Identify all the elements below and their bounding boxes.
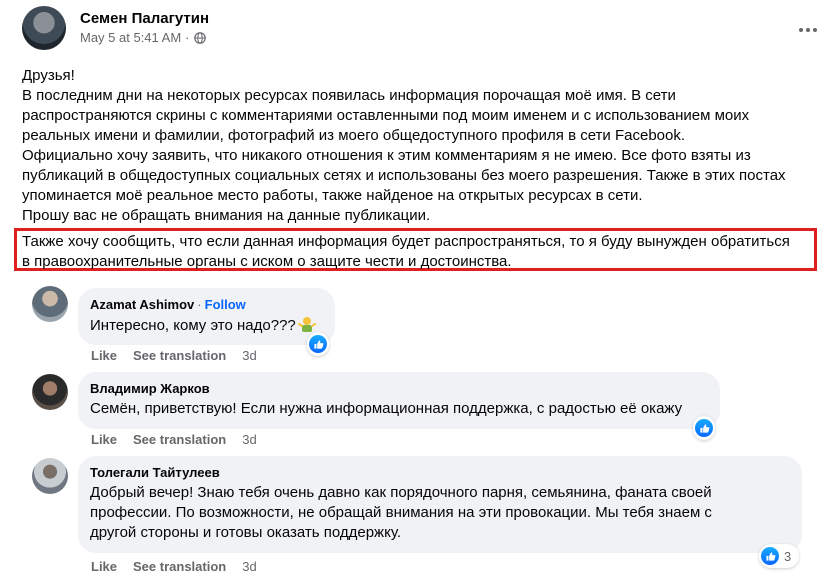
like-button[interactable]: Like [91,559,117,574]
like-button[interactable]: Like [91,348,117,363]
post-paragraph: публикаций в общедоступных социальных се… [22,167,786,184]
author-avatar[interactable] [22,6,66,50]
post-paragraph: В последним дни на некоторых ресурсах по… [22,87,676,104]
comment-time[interactable]: 3d [242,432,256,447]
commenter-avatar[interactable] [32,374,68,410]
reaction-summary[interactable] [693,416,715,440]
globe-icon [193,31,206,44]
comment-text: Интересно, кому это надо??? [90,315,323,336]
comment-actions: Like See translation 3d [91,559,257,574]
post-paragraph: распространяются скрины с комментариями … [22,107,750,124]
more-options-icon[interactable] [796,18,820,42]
commenter-name[interactable]: Azamat Ashimov [90,297,194,312]
comment-bubble: Azamat Ashimov · Follow Интересно, кому эт… [78,288,335,345]
comment-time[interactable]: 3d [242,348,256,363]
reaction-count: 3 [784,548,792,564]
post-timestamp[interactable]: May 5 at 5:41 AM [80,30,181,45]
person-shrugging-emoji-icon [297,317,316,332]
comment-text-line: профессии. По возможности, не обращай вн… [90,504,712,521]
post-body: Друзья! В последним дни на некоторых рес… [22,66,822,226]
like-reaction-icon [695,419,713,437]
follow-button[interactable]: Follow [205,297,246,312]
see-translation-link[interactable]: See translation [133,348,226,363]
reaction-summary[interactable]: 3 [759,544,800,568]
comment-actions: Like See translation 3d [91,348,257,363]
comment-bubble: Владимир Жарков Семён, приветствую! Если… [78,372,720,429]
highlighted-line: Также хочу сообщить, что если данная инф… [22,233,790,250]
reaction-summary[interactable] [307,332,329,356]
see-translation-link[interactable]: See translation [133,432,226,447]
post-paragraph: реальных имени и фамилии, фотографий из … [22,127,686,144]
like-reaction-icon [761,547,779,565]
comment-bubble: Толегали Тайтулеев Добрый вечер! Знаю те… [78,456,802,553]
comment-text-line: другой стороны и готовы оказать поддержк… [90,524,401,541]
like-reaction-icon [309,335,327,353]
highlighted-line: в правоохранительные органы с иском о за… [22,253,512,270]
see-translation-link[interactable]: See translation [133,559,226,574]
comment-time[interactable]: 3d [242,559,256,574]
post-paragraph: упоминается моё реальное место работы, т… [22,187,643,204]
post-meta: May 5 at 5:41 AM · [80,30,206,45]
post-header: Семен Палагутин May 5 at 5:41 AM · [22,6,822,50]
post-author-name[interactable]: Семен Палагутин [80,10,209,27]
highlighted-text: Также хочу сообщить, что если данная инф… [22,232,790,272]
commenter-avatar[interactable] [32,286,68,322]
commenter-name[interactable]: Владимир Жарков [90,380,708,397]
commenter-avatar[interactable] [32,458,68,494]
comment-text-line: Добрый вечер! Знаю тебя очень давно как … [90,484,712,501]
post-paragraph: Прошу вас не обращать внимания на данные… [22,207,431,224]
comment-actions: Like See translation 3d [91,432,257,447]
post-paragraph: Друзья! [22,67,75,84]
comment-text: Семён, приветствую! Если нужна информаци… [90,400,683,417]
separator: · [197,297,202,312]
post-paragraph: Официально хочу заявить, что никакого от… [22,147,751,164]
commenter-name[interactable]: Толегали Тайтулеев [90,464,790,481]
like-button[interactable]: Like [91,432,117,447]
